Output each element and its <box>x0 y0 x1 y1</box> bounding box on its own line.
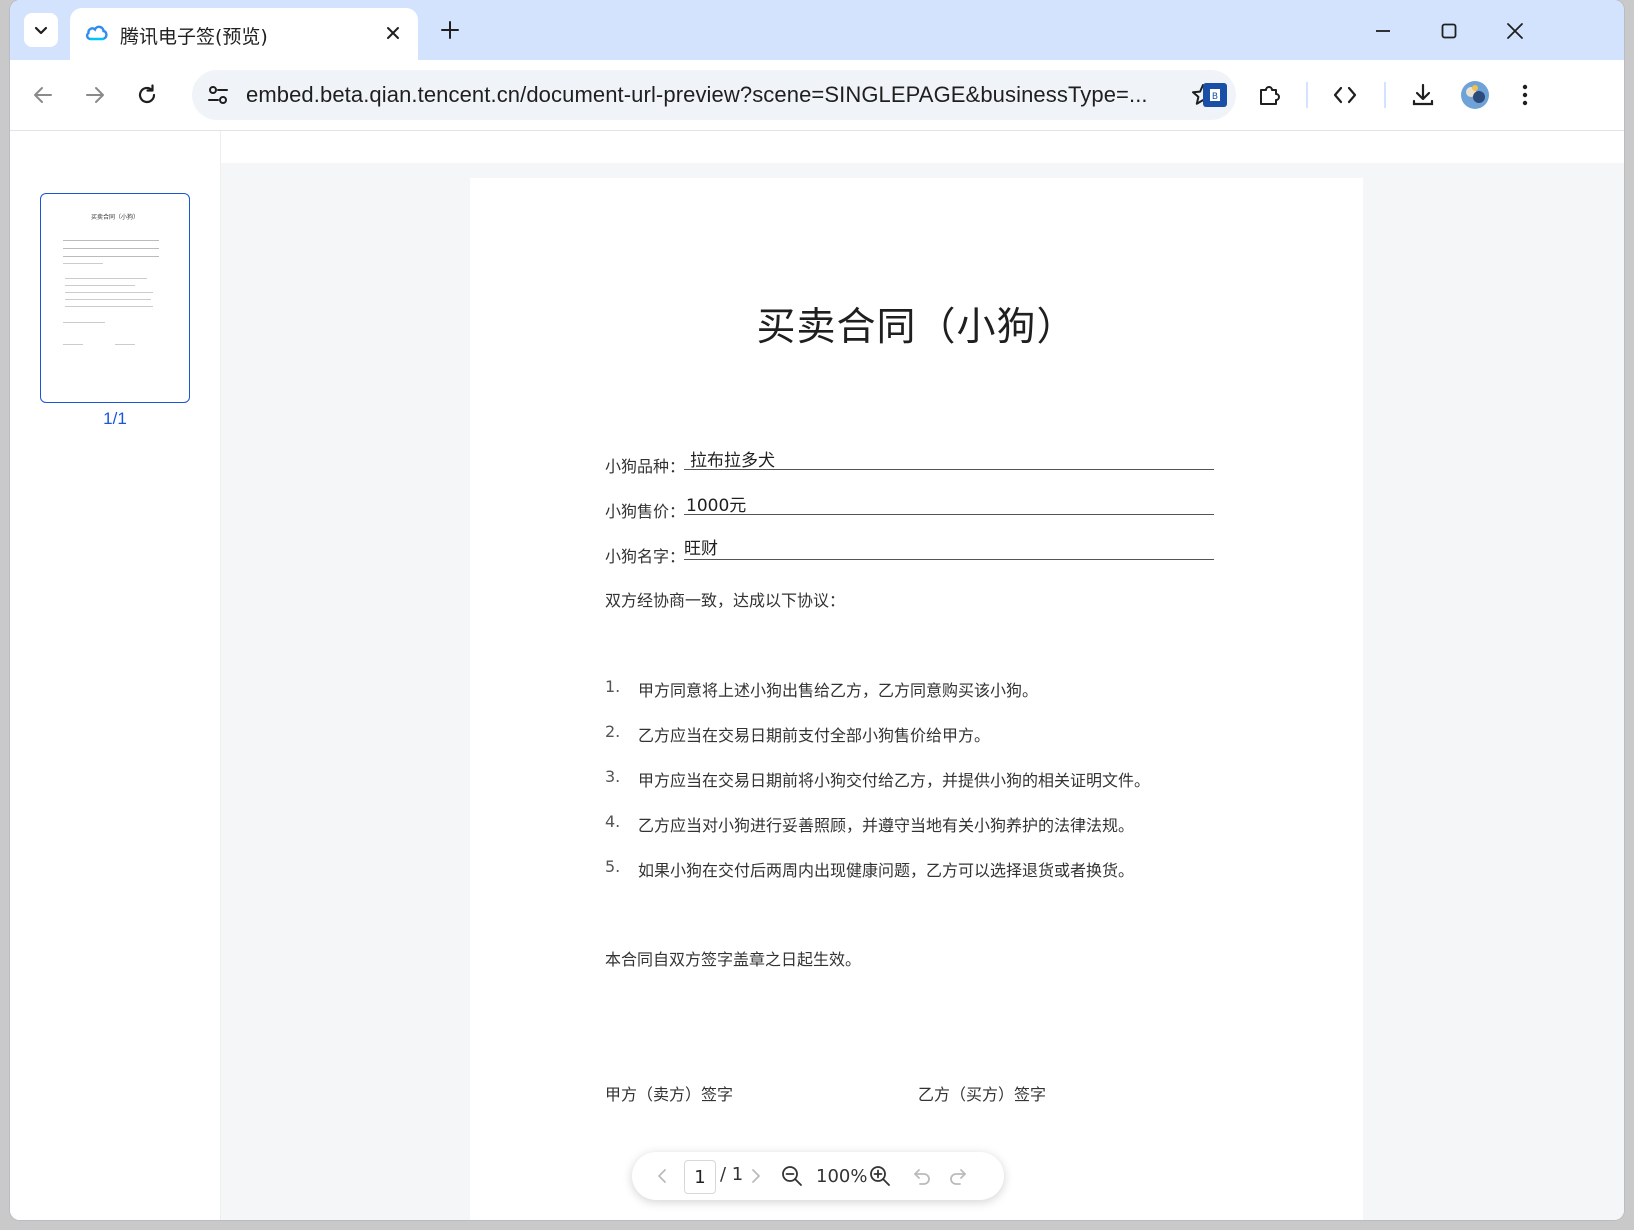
close-tab-icon[interactable] <box>382 22 404 44</box>
cloud-favicon-icon <box>85 25 108 41</box>
extensions-button[interactable] <box>1254 80 1284 110</box>
page-thumbnail[interactable]: 买卖合同（小狗） <box>40 193 190 403</box>
browser-window: 腾讯电子签(预览) embed.beta.qian.tencent.cn/doc… <box>10 0 1624 1220</box>
field-label-price: 小狗售价： <box>605 502 686 521</box>
page-navigation-bar: / 1 100% <box>632 1152 1004 1200</box>
profile-button[interactable] <box>1460 80 1490 110</box>
clause-number: 3. <box>605 767 621 786</box>
thumbnail-title: 买卖合同（小狗） <box>90 214 139 221</box>
active-tab[interactable]: 腾讯电子签(预览) <box>70 8 418 60</box>
zoom-out-button[interactable] <box>780 1164 804 1188</box>
new-tab-plus-icon[interactable] <box>436 16 464 44</box>
clause-number: 4. <box>605 812 621 831</box>
page-content: 买卖合同（小狗） 1/1 买卖合同（小狗） 小狗品种： 拉布拉多犬 小狗售价： … <box>10 131 1624 1220</box>
field-underline <box>684 559 1214 560</box>
tab-strip: 腾讯电子签(预览) <box>10 0 1624 60</box>
prev-page-button[interactable] <box>650 1164 674 1188</box>
clause-number: 1. <box>605 677 621 696</box>
intro-text: 双方经协商一致，达成以下协议： <box>605 591 846 610</box>
extension-app-icon: B <box>1203 83 1227 107</box>
document-title: 买卖合同（小狗） <box>756 305 1077 350</box>
clause-text: 甲方应当在交易日期前将小狗交付给乙方，并提供小狗的相关证明文件。 <box>638 771 1151 790</box>
url-text[interactable]: embed.beta.qian.tencent.cn/document-url-… <box>246 82 1148 108</box>
clause-number: 5. <box>605 857 621 876</box>
field-underline <box>684 514 1214 515</box>
toolbar-separator <box>1306 82 1308 108</box>
downloads-button[interactable] <box>1408 80 1438 110</box>
reload-icon <box>138 84 156 104</box>
field-value-breed: 拉布拉多犬 <box>690 451 775 471</box>
clause-text: 乙方应当对小狗进行妥善照顾，并遵守当地有关小狗养护的法律法规。 <box>638 816 1135 835</box>
field-value-name: 旺财 <box>684 539 718 559</box>
minimize-icon[interactable] <box>1368 16 1398 46</box>
chevron-left-icon <box>658 1169 666 1183</box>
zoom-out-icon <box>782 1166 802 1186</box>
maximize-icon[interactable] <box>1434 16 1464 46</box>
party-b-signature-label: 乙方（买方）签字 <box>918 1085 1047 1104</box>
thumbnail-page-label: 1/1 <box>103 409 127 428</box>
page-total: / 1 <box>720 1164 744 1185</box>
field-value-price: 1000元 <box>686 496 747 516</box>
puzzle-icon <box>1260 86 1280 105</box>
effective-clause: 本合同自双方签字盖章之日起生效。 <box>605 950 862 969</box>
avatar <box>1461 81 1489 109</box>
extension-pinned-button[interactable]: B <box>1200 80 1230 110</box>
back-button[interactable] <box>28 80 58 110</box>
arrow-right-icon <box>86 87 104 103</box>
field-underline <box>684 469 1214 470</box>
toolbar-separator <box>1384 82 1386 108</box>
document-viewer: 买卖合同（小狗） 小狗品种： 拉布拉多犬 小狗售价： 1000元 小狗名字： 旺… <box>221 163 1624 1220</box>
chevron-down-icon <box>34 26 48 35</box>
code-icon <box>1333 86 1357 104</box>
chevron-right-icon <box>752 1169 760 1183</box>
tab-search-button[interactable] <box>24 13 58 47</box>
address-bar[interactable]: embed.beta.qian.tencent.cn/document-url-… <box>192 70 1236 120</box>
close-window-icon[interactable] <box>1500 16 1530 46</box>
clause-text: 乙方应当在交易日期前支付全部小狗售价给甲方。 <box>638 726 991 745</box>
field-label-name: 小狗名字： <box>605 547 686 566</box>
clause-number: 2. <box>605 722 621 741</box>
tab-title: 腾讯电子签(预览) <box>120 26 268 48</box>
reload-button[interactable] <box>132 80 162 110</box>
more-vertical-icon <box>1522 84 1528 106</box>
thumbnail-sidebar: 买卖合同（小狗） 1/1 <box>10 131 221 1220</box>
browser-menu-button[interactable] <box>1510 80 1540 110</box>
site-settings-icon[interactable] <box>206 83 230 107</box>
zoom-in-button[interactable] <box>868 1164 892 1188</box>
zoom-level: 100% <box>816 1166 868 1187</box>
rotate-left-button[interactable] <box>910 1164 934 1188</box>
forward-button[interactable] <box>80 80 110 110</box>
page-number-input[interactable] <box>684 1160 716 1194</box>
party-a-signature-label: 甲方（卖方）签字 <box>605 1085 734 1104</box>
arrow-left-icon <box>34 87 52 103</box>
undo-rotate-icon <box>914 1169 930 1185</box>
devtools-button[interactable] <box>1330 80 1360 110</box>
redo-rotate-icon <box>950 1169 966 1185</box>
browser-toolbar: embed.beta.qian.tencent.cn/document-url-… <box>10 60 1624 131</box>
svg-text:B: B <box>1212 92 1218 102</box>
document-page: 买卖合同（小狗） 小狗品种： 拉布拉多犬 小狗售价： 1000元 小狗名字： 旺… <box>470 178 1363 1220</box>
zoom-in-icon <box>870 1166 890 1186</box>
field-label-breed: 小狗品种： <box>605 457 686 476</box>
rotate-right-button[interactable] <box>946 1164 970 1188</box>
clause-text: 甲方同意将上述小狗出售给乙方，乙方同意购买该小狗。 <box>638 681 1039 700</box>
clause-text: 如果小狗在交付后两周内出现健康问题，乙方可以选择退货或者换货。 <box>638 861 1135 880</box>
next-page-button[interactable] <box>744 1164 768 1188</box>
download-icon <box>1412 83 1434 106</box>
